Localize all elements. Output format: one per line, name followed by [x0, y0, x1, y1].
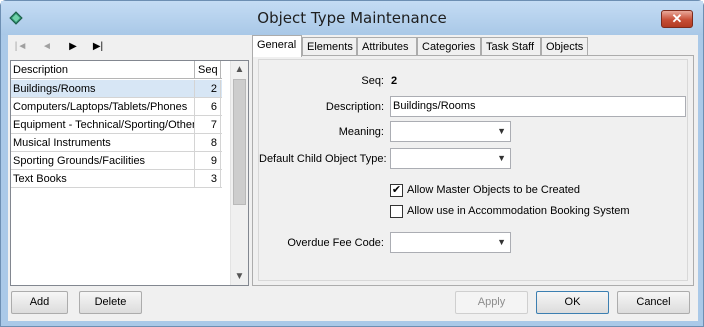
list-header: Description Seq	[11, 61, 222, 79]
list-row[interactable]: Musical Instruments 8	[11, 134, 222, 152]
description-column-header[interactable]: Description	[11, 61, 195, 79]
default-child-object-type-label: Default Child Object Type:	[259, 153, 387, 165]
tab-categories[interactable]: Categories	[417, 37, 481, 56]
row-description: Text Books	[11, 170, 195, 187]
seq-value: 2	[391, 75, 398, 87]
chevron-down-icon: ▼	[497, 126, 506, 136]
row-description: Buildings/Rooms	[11, 80, 195, 97]
allow-master-objects-label: Allow Master Objects to be Created	[407, 184, 581, 196]
row-seq: 6	[196, 98, 221, 115]
delete-button[interactable]: Delete	[79, 291, 142, 314]
cancel-button[interactable]: Cancel	[617, 291, 690, 314]
window-title: Object Type Maintenance	[257, 9, 447, 27]
overdue-fee-code-select[interactable]: ▼	[390, 232, 511, 253]
scroll-thumb[interactable]	[233, 79, 246, 205]
close-button[interactable]: ✕	[661, 10, 693, 28]
row-seq: 3	[196, 170, 221, 187]
list-row[interactable]: Computers/Laptops/Tablets/Phones 6	[11, 98, 222, 116]
object-type-list[interactable]: Description Seq Buildings/Rooms 2 Comput…	[10, 60, 249, 286]
seq-column-header[interactable]: Seq	[196, 61, 221, 79]
tab-objects[interactable]: Objects	[541, 37, 588, 56]
seq-label: Seq:	[361, 75, 384, 87]
next-record-button[interactable]: ▶	[64, 39, 82, 55]
list-row[interactable]: Buildings/Rooms 2	[11, 80, 222, 98]
row-description: Equipment - Technical/Sporting/Other	[11, 116, 195, 133]
meaning-label: Meaning:	[338, 126, 384, 138]
allow-master-objects-checkbox[interactable]: ✔	[390, 184, 403, 197]
row-description: Sporting Grounds/Facilities	[11, 152, 195, 169]
general-form: Seq: 2 Description: Buildings/Rooms Mean…	[258, 59, 688, 281]
allow-accommodation-label: Allow use in Accommodation Booking Syste…	[407, 205, 630, 217]
row-description: Computers/Laptops/Tablets/Phones	[11, 98, 195, 115]
row-seq: 8	[196, 134, 221, 151]
list-row[interactable]: Equipment - Technical/Sporting/Other 7	[11, 116, 222, 134]
default-child-object-type-select[interactable]: ▼	[390, 148, 511, 169]
first-record-button[interactable]: |◄	[12, 39, 30, 55]
title-bar[interactable]: Object Type Maintenance ✕	[1, 1, 703, 35]
description-label: Description:	[325, 101, 384, 113]
description-field[interactable]: Buildings/Rooms	[390, 96, 686, 117]
tab-elements[interactable]: Elements	[302, 37, 357, 56]
list-row[interactable]: Text Books 3	[11, 170, 222, 188]
apply-button[interactable]: Apply	[455, 291, 528, 314]
tab-general[interactable]: General	[252, 35, 302, 57]
tab-attributes[interactable]: Attributes	[357, 37, 417, 56]
list-scrollbar[interactable]: ▲ ▼	[230, 61, 248, 285]
row-seq: 2	[196, 80, 221, 97]
general-tab-panel: Seq: 2 Description: Buildings/Rooms Mean…	[252, 55, 694, 286]
row-seq: 7	[196, 116, 221, 133]
meaning-select[interactable]: ▼	[390, 121, 511, 142]
previous-record-button[interactable]: ◄	[38, 39, 56, 55]
ok-button[interactable]: OK	[536, 291, 609, 314]
list-row[interactable]: Sporting Grounds/Facilities 9	[11, 152, 222, 170]
row-seq: 9	[196, 152, 221, 169]
scroll-up-arrow-icon[interactable]: ▲	[231, 61, 248, 78]
allow-accommodation-checkbox[interactable]	[390, 205, 403, 218]
tab-task-staff[interactable]: Task Staff	[481, 37, 541, 56]
dialog-window: Object Type Maintenance ✕ |◄ ◄ ▶ ▶| Desc…	[0, 0, 704, 327]
add-button[interactable]: Add	[11, 291, 68, 314]
dialog-body: |◄ ◄ ▶ ▶| Description Seq Buildings/Room…	[8, 35, 698, 321]
last-record-button[interactable]: ▶|	[89, 39, 107, 55]
overdue-fee-code-label: Overdue Fee Code:	[287, 237, 384, 249]
chevron-down-icon: ▼	[497, 153, 506, 163]
row-description: Musical Instruments	[11, 134, 195, 151]
scroll-down-arrow-icon[interactable]: ▼	[231, 268, 248, 285]
chevron-down-icon: ▼	[497, 237, 506, 247]
